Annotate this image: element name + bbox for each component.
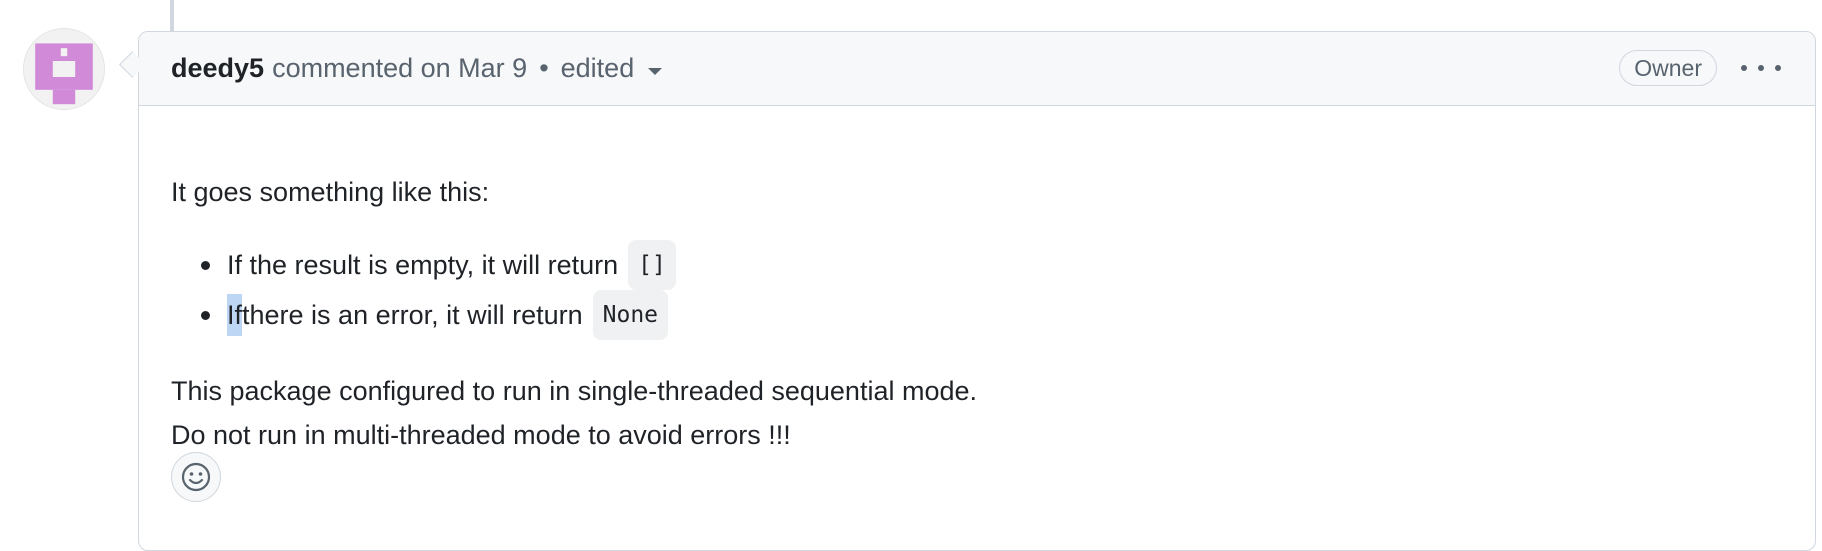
paragraph: This package configured to run in single… bbox=[171, 369, 977, 457]
edited-label: edited bbox=[560, 53, 635, 83]
menu-dot bbox=[1775, 65, 1781, 71]
paragraph-line: This package configured to run in single… bbox=[171, 376, 978, 406]
list-item: If the result is empty, it will return [] bbox=[171, 240, 676, 290]
edited-history-dropdown[interactable]: edited bbox=[561, 53, 663, 84]
avatar[interactable] bbox=[23, 28, 105, 110]
add-reaction-button[interactable] bbox=[171, 452, 221, 502]
identicon-avatar-icon bbox=[24, 29, 104, 109]
meta-separator: • bbox=[539, 53, 549, 83]
kebab-horizontal-icon[interactable] bbox=[1741, 58, 1781, 78]
author-link[interactable]: deedy5 bbox=[171, 53, 264, 84]
comment-timestamp[interactable]: commented on Mar 9 bbox=[272, 53, 527, 84]
bullet-list: If the result is empty, it will return []… bbox=[171, 240, 676, 340]
list-item-text: If the result is empty, it will return bbox=[227, 250, 619, 280]
menu-dot bbox=[1741, 65, 1747, 71]
menu-dot bbox=[1758, 65, 1764, 71]
list-item-text: there is an error, it will return bbox=[242, 300, 583, 330]
inline-code: [] bbox=[628, 240, 676, 290]
selected-text: If bbox=[227, 294, 243, 336]
comment-meta: deedy5 commented on Mar 9 • edited bbox=[171, 32, 663, 105]
comment-card: deedy5 commented on Mar 9 • edited Owner… bbox=[138, 31, 1816, 551]
comment-header: deedy5 commented on Mar 9 • edited Owner bbox=[139, 32, 1815, 106]
smiley-icon bbox=[181, 462, 211, 492]
intro-text: It goes something like this: bbox=[171, 177, 490, 207]
paragraph-line: Do not run in multi-threaded mode to avo… bbox=[171, 420, 791, 450]
timeline-line bbox=[170, 0, 174, 32]
owner-badge: Owner bbox=[1619, 50, 1717, 86]
triangle-down-icon bbox=[648, 68, 663, 75]
list-item: If there is an error, it will return None bbox=[171, 290, 676, 340]
inline-code: None bbox=[592, 290, 669, 340]
